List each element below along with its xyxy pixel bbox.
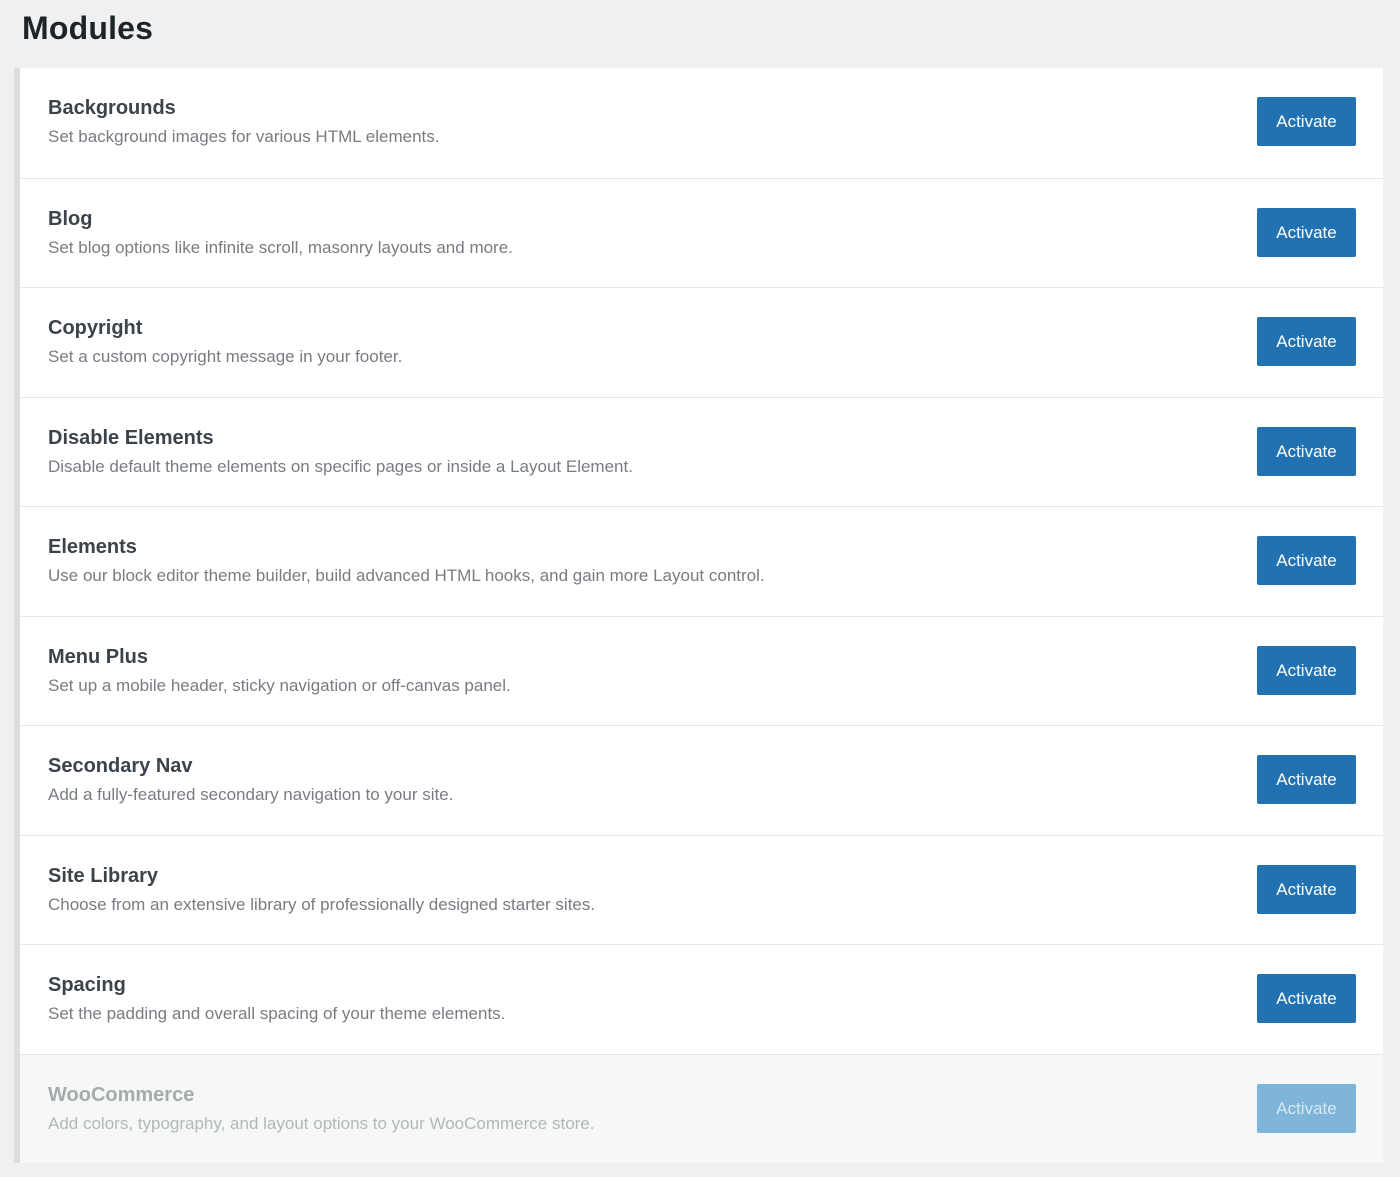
activate-button-menu-plus[interactable]: Activate (1257, 645, 1356, 695)
page-title: Modules (22, 10, 154, 46)
activate-button-elements[interactable]: Activate (1257, 536, 1356, 585)
module-row-spacing: Spacing Set the padding and overall spac… (20, 944, 1383, 1054)
module-description: Set a custom copyright message in your f… (48, 347, 403, 366)
module-description: Disable default theme elements on specif… (48, 456, 633, 476)
module-row-site-library: Site Library Choose from an extensive li… (20, 834, 1383, 944)
module-row-disable-elements: Disable Elements Disable default theme e… (20, 396, 1383, 506)
module-description: Choose from an extensive library of prof… (48, 894, 596, 914)
module-title: Disable Elements (48, 426, 214, 449)
module-title: Elements (48, 536, 137, 558)
module-title: Blog (48, 207, 93, 230)
activate-button-site-library[interactable]: Activate (1257, 864, 1356, 914)
module-description: Add a fully-featured secondary navigatio… (48, 785, 454, 804)
activate-button-woocommerce: Activate (1257, 1083, 1356, 1133)
module-description: Set the padding and overall spacing of y… (48, 1004, 506, 1023)
module-row-backgrounds: Backgrounds Set background images for va… (20, 68, 1383, 178)
module-row-secondary-nav: Secondary Nav Add a fully-featured secon… (20, 725, 1383, 835)
module-row-copyright: Copyright Set a custom copyright message… (20, 287, 1383, 397)
module-row-blog: Blog Set blog options like infinite scro… (20, 177, 1383, 287)
modules-list: Backgrounds Set background images for va… (14, 68, 1383, 1163)
module-description: Set background images for various HTML e… (48, 127, 440, 146)
module-row-menu-plus: Menu Plus Set up a mobile header, sticky… (20, 615, 1383, 725)
module-title: Copyright (48, 317, 143, 339)
activate-button-disable-elements[interactable]: Activate (1257, 426, 1356, 476)
module-title: Secondary Nav (48, 755, 193, 777)
module-description: Set up a mobile header, sticky navigatio… (48, 675, 511, 695)
module-title: Menu Plus (48, 645, 149, 668)
module-title: WooCommerce (48, 1083, 195, 1106)
activate-button-backgrounds[interactable]: Activate (1257, 97, 1356, 146)
module-description: Set blog options like infinite scroll, m… (48, 237, 513, 257)
activate-button-spacing[interactable]: Activate (1257, 974, 1356, 1023)
module-title: Site Library (48, 864, 159, 887)
module-title: Backgrounds (48, 97, 176, 119)
activate-button-secondary-nav[interactable]: Activate (1257, 755, 1356, 804)
activate-button-blog[interactable]: Activate (1257, 207, 1356, 257)
module-row-elements: Elements Use our block editor theme buil… (20, 506, 1383, 616)
module-description: Add colors, typography, and layout optio… (48, 1113, 595, 1133)
module-description: Use our block editor theme builder, buil… (48, 566, 765, 585)
activate-button-copyright[interactable]: Activate (1257, 317, 1356, 366)
module-row-woocommerce: WooCommerce Add colors, typography, and … (20, 1053, 1383, 1163)
module-title: Spacing (48, 974, 126, 996)
